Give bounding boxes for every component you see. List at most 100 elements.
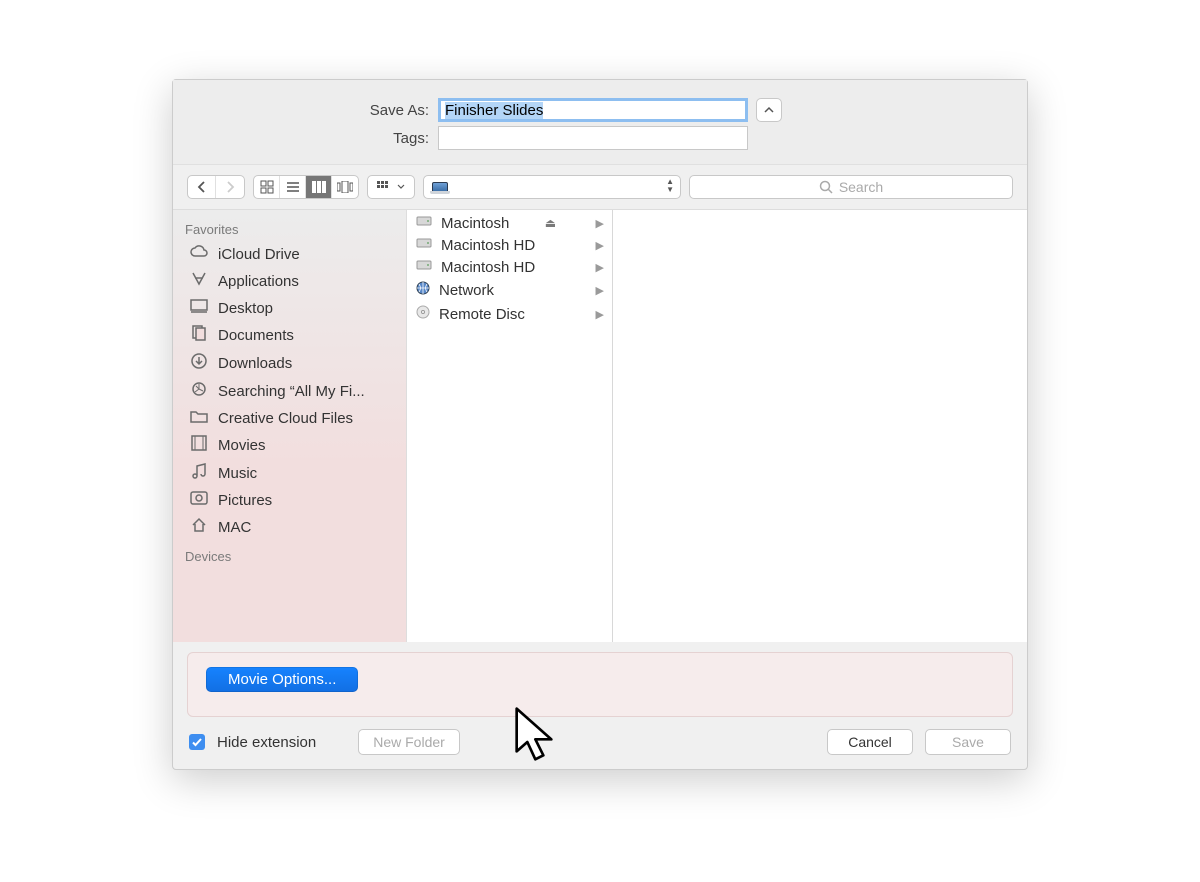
- view-list-button[interactable]: [280, 176, 306, 198]
- hdd-icon: [415, 236, 433, 254]
- sidebar-item-desktop[interactable]: Desktop: [173, 295, 406, 321]
- sidebar-item-label: iCloud Drive: [218, 246, 300, 263]
- hdd-icon: [415, 258, 433, 276]
- sidebar-item-label: Pictures: [218, 492, 272, 509]
- sidebar-item-music[interactable]: Music: [173, 459, 406, 487]
- forward-button[interactable]: [216, 176, 244, 198]
- chevron-right-icon: ▶: [596, 308, 604, 321]
- column-item-label: Remote Disc: [439, 306, 525, 323]
- hide-extension-label: Hide extension: [217, 734, 316, 751]
- globe-icon: [415, 280, 431, 300]
- search-placeholder: Search: [839, 179, 883, 195]
- sidebar-item-pictures[interactable]: Pictures: [173, 487, 406, 513]
- tags-label: Tags:: [173, 130, 438, 147]
- folder-icon: [189, 408, 209, 428]
- grid-icon: [260, 180, 274, 194]
- movies-icon: [189, 434, 209, 456]
- column-item-label: Network: [439, 282, 494, 299]
- collapse-button[interactable]: [756, 98, 782, 122]
- new-folder-button[interactable]: New Folder: [358, 729, 460, 755]
- column-item[interactable]: Macintosh ⏏ ▶: [407, 212, 612, 234]
- cloud-icon: [189, 244, 209, 264]
- chevron-right-icon: ▶: [596, 284, 604, 297]
- save-dialog: Save As: Tags:: [172, 79, 1028, 770]
- column-1: Macintosh⏏▶Macintosh HD▶Macintosh HD▶Net…: [407, 210, 613, 642]
- options-area: Movie Options...: [187, 652, 1013, 717]
- view-coverflow-button[interactable]: [332, 176, 358, 198]
- chevron-right-icon: ▶: [596, 239, 604, 252]
- column-blank: [613, 210, 1027, 642]
- sidebar-item-apps[interactable]: Applications: [173, 267, 406, 295]
- chevron-left-icon: [197, 181, 207, 193]
- back-button[interactable]: [188, 176, 216, 198]
- eject-icon[interactable]: ⏏: [545, 216, 556, 230]
- save-as-input[interactable]: [438, 98, 748, 122]
- chevron-down-icon: [397, 184, 405, 190]
- column-item-label: Macintosh HD: [441, 237, 535, 254]
- home-icon: [189, 516, 209, 538]
- sidebar-item-label: MAC: [218, 519, 251, 536]
- save-button[interactable]: Save: [925, 729, 1011, 755]
- list-icon: [286, 181, 300, 193]
- pictures-icon: [189, 490, 209, 510]
- search-icon: [819, 180, 833, 194]
- downloads-icon: [189, 352, 209, 374]
- columns-icon: [312, 181, 326, 193]
- save-as-section: Save As: Tags:: [173, 80, 1027, 165]
- sidebar-item-label: Music: [218, 465, 257, 482]
- sidebar-item-label: Desktop: [218, 300, 273, 317]
- desktop-icon: [189, 298, 209, 318]
- sidebar-item-downloads[interactable]: Downloads: [173, 349, 406, 377]
- column-item[interactable]: Network ▶: [407, 278, 612, 302]
- tags-input[interactable]: [438, 126, 748, 150]
- sidebar-item-home[interactable]: MAC: [173, 513, 406, 541]
- chevron-right-icon: [225, 181, 235, 193]
- bottom-bar: Hide extension New Folder Cancel Save: [173, 717, 1027, 769]
- sidebar-item-search[interactable]: Searching “All My Fi...: [173, 377, 406, 405]
- documents-icon: [189, 324, 209, 346]
- toolbar: ▲▼ Search: [173, 165, 1027, 210]
- hide-extension-checkbox[interactable]: [189, 734, 205, 750]
- file-browser: Favorites iCloud Drive Applications Deskto…: [173, 210, 1027, 642]
- column-item[interactable]: Macintosh HD ▶: [407, 234, 612, 256]
- location-dropdown[interactable]: ▲▼: [423, 175, 681, 199]
- favorites-header: Favorites: [173, 220, 406, 241]
- chevron-right-icon: ▶: [596, 217, 604, 230]
- sidebar-item-folder[interactable]: Creative Cloud Files: [173, 405, 406, 431]
- disc-icon: [415, 304, 431, 324]
- column-item-label: Macintosh: [441, 215, 509, 232]
- arrange-icon: [377, 181, 395, 193]
- devices-header: Devices: [173, 547, 406, 568]
- nav-back-forward: [187, 175, 245, 199]
- column-item-label: Macintosh HD: [441, 259, 535, 276]
- sidebar-item-label: Creative Cloud Files: [218, 410, 353, 427]
- sidebar-item-movies[interactable]: Movies: [173, 431, 406, 459]
- sidebar-item-label: Movies: [218, 437, 266, 454]
- apps-icon: [189, 270, 209, 292]
- chevron-up-icon: [764, 106, 774, 114]
- view-icons-button[interactable]: [254, 176, 280, 198]
- view-columns-button[interactable]: [306, 176, 332, 198]
- sidebar-item-label: Searching “All My Fi...: [218, 383, 365, 400]
- column-item[interactable]: Macintosh HD ▶: [407, 256, 612, 278]
- sidebar-item-label: Applications: [218, 273, 299, 290]
- sidebar-item-documents[interactable]: Documents: [173, 321, 406, 349]
- sidebar-item-cloud[interactable]: iCloud Drive: [173, 241, 406, 267]
- cancel-button[interactable]: Cancel: [827, 729, 913, 755]
- save-as-label: Save As:: [173, 102, 438, 119]
- coverflow-icon: [337, 181, 353, 193]
- music-icon: [189, 462, 209, 484]
- movie-options-button[interactable]: Movie Options...: [206, 667, 358, 692]
- arrange-button[interactable]: [367, 175, 415, 199]
- sidebar: Favorites iCloud Drive Applications Deskto…: [173, 210, 407, 642]
- sidebar-item-label: Documents: [218, 327, 294, 344]
- chevron-right-icon: ▶: [596, 261, 604, 274]
- search-icon: [189, 380, 209, 402]
- sidebar-item-label: Downloads: [218, 355, 292, 372]
- stepper-icon: ▲▼: [666, 178, 674, 194]
- hdd-icon: [415, 214, 433, 232]
- view-mode: [253, 175, 359, 199]
- search-field[interactable]: Search: [689, 175, 1013, 199]
- column-item[interactable]: Remote Disc ▶: [407, 302, 612, 326]
- checkmark-icon: [192, 738, 202, 747]
